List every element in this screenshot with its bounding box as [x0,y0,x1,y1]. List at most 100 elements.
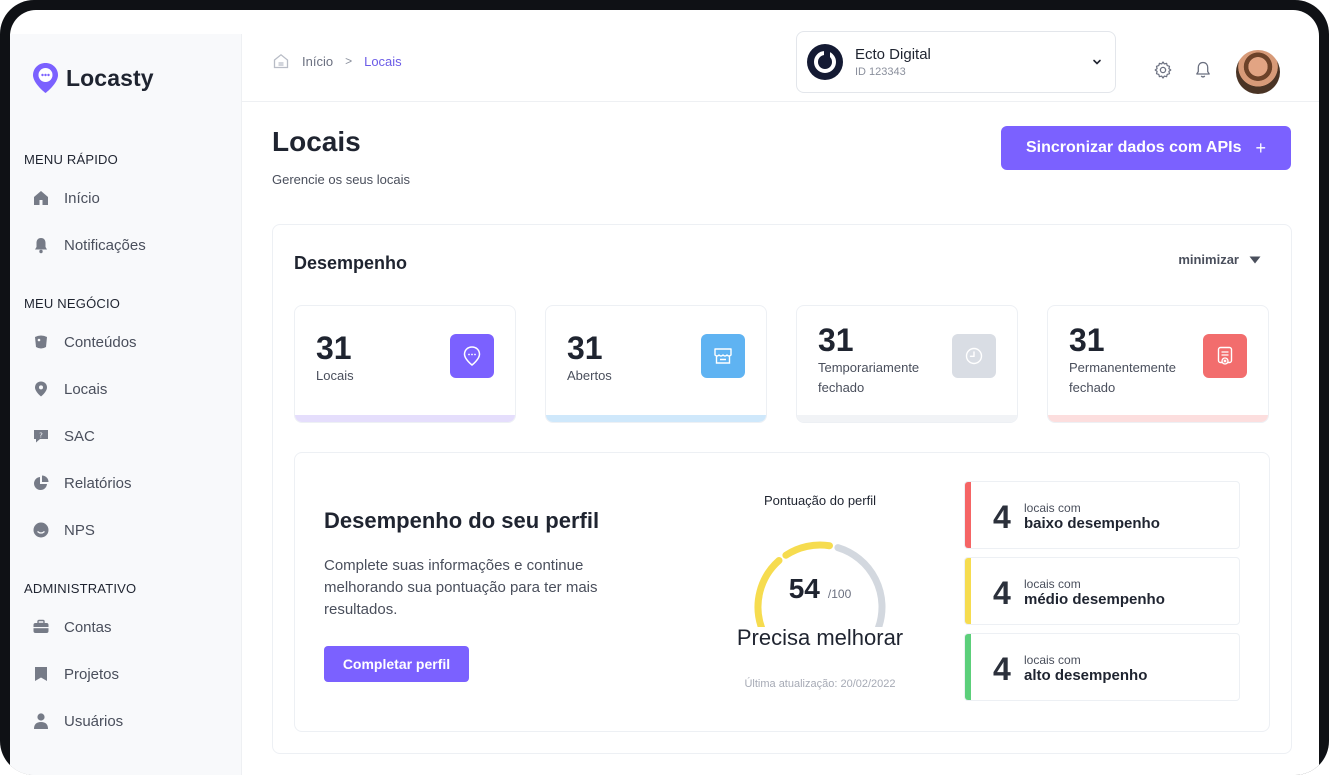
performance-card: Desempenho minimizar 31 Locais 31 Aberto… [272,224,1292,754]
level-card-mid[interactable]: 4 locais com médio desempenho [964,557,1240,625]
score-label: Pontuação do perfil [763,493,877,508]
sidebar: Locasty MENU RÁPIDO Início Notificações … [10,34,242,775]
level-name: baixo desempenho [1024,515,1160,532]
store-icon [714,348,732,364]
level-color-edge [965,558,971,624]
level-count: 4 [993,499,1011,535]
level-caption: locais com [1024,501,1081,515]
breadcrumb: Início > Locais [272,52,402,70]
stat-icon-box [952,334,996,378]
stat-value: 31 [316,330,352,366]
sidebar-item-label: NPS [64,521,95,539]
svg-text:?: ? [39,432,43,440]
user-icon [34,713,48,729]
sidebar-item-label: Locais [64,380,108,398]
app-screen: Locasty MENU RÁPIDO Início Notificações … [10,10,1319,775]
sidebar-item-label: Relatórios [64,474,132,492]
level-caption: locais com [1024,577,1081,591]
performance-title: Desempenho [294,253,408,273]
sidebar-item-label: Usuários [64,712,124,730]
app-name: Locasty [66,64,154,91]
page-title: Locais [272,126,361,157]
notification-bell-icon[interactable] [1193,60,1213,80]
gauge-segment-score [782,541,833,559]
score-max: /100 [827,587,852,601]
sidebar-item-relatorios[interactable]: Relatórios [32,471,132,495]
level-card-high[interactable]: 4 locais com alto desempenho [964,633,1240,701]
content-icon [35,335,47,349]
sidebar-item-projetos[interactable]: Projetos [32,662,119,686]
score-status: Precisa melhorar [736,625,904,650]
profile-title: Desempenho do seu perfil [324,508,600,533]
briefcase-icon [33,619,49,633]
stat-card-permanentemente-fechado[interactable]: 31 Permanentemente fechado [1047,305,1269,423]
stat-icon-box [701,334,745,378]
pie-chart-icon [34,475,49,490]
section-label-meu-negocio: MEU NEGÓCIO [24,296,121,311]
sidebar-item-label: SAC [64,427,95,445]
chevron-down-icon [1093,59,1101,65]
minimize-toggle[interactable]: minimizar [1178,252,1261,267]
level-caption: locais com [1024,653,1081,667]
folder-icon [35,667,47,681]
stat-label: Abertos [567,368,612,383]
stat-value: 31 [818,322,854,358]
user-avatar[interactable] [1236,50,1280,94]
home-outline-icon[interactable] [272,52,290,70]
level-color-edge [965,482,971,548]
stat-accent-bar [797,415,1017,422]
sidebar-item-usuarios[interactable]: Usuários [32,709,123,733]
app-logo[interactable]: Locasty [32,62,154,94]
level-name: alto desempenho [1024,667,1148,684]
level-color-edge [965,634,971,700]
section-label-menu-rapido: MENU RÁPIDO [24,152,118,167]
sidebar-item-nps[interactable]: NPS [32,518,95,542]
bell-icon [35,238,47,254]
clock-icon [965,347,983,365]
sync-apis-button[interactable]: Sincronizar dados com APIs + [1001,126,1291,170]
breadcrumb-home-link[interactable]: Início [302,54,333,69]
level-card-low[interactable]: 4 locais com baixo desempenho [964,481,1240,549]
sidebar-item-contas[interactable]: Contas [32,615,112,639]
level-count: 4 [993,575,1011,611]
sidebar-item-locais[interactable]: Locais [32,377,107,401]
support-chat-icon: ? [34,430,48,443]
device-frame: Locasty MENU RÁPIDO Início Notificações … [0,0,1329,775]
page-subtitle: Gerencie os seus locais [272,172,411,187]
account-name: Ecto Digital [855,46,931,63]
sidebar-item-label: Contas [64,618,112,636]
stat-accent-bar [295,415,515,422]
stat-card-temporariamente-fechado[interactable]: 31 Temporariamente fechado [796,305,1018,423]
stat-card-abertos[interactable]: 31 Abertos [545,305,767,423]
stat-label: Locais [316,368,354,383]
profile-score-gauge: Pontuação do perfil 54 /100 Precisa melh… [715,483,925,723]
breadcrumb-current[interactable]: Locais [364,54,402,69]
stat-card-locais[interactable]: 31 Locais [294,305,516,423]
sidebar-item-notificacoes[interactable]: Notificações [32,233,146,257]
sidebar-item-conteudos[interactable]: Conteúdos [32,330,137,354]
minimize-label: minimizar [1178,252,1239,267]
stat-label: Permanentemente fechado [1069,360,1176,395]
topbar: Início > Locais Ecto Digital ID 123343 [242,20,1319,102]
stat-value: 31 [567,330,603,366]
plus-icon: + [1255,137,1266,158]
location-pin-icon [35,381,47,397]
level-name: médio desempenho [1024,591,1165,608]
breadcrumb-separator: > [345,54,353,68]
ecto-digital-logo-icon [807,44,843,80]
sidebar-item-inicio[interactable]: Início [32,186,100,210]
account-id: ID 123343 [855,66,906,78]
location-chat-icon [463,346,481,366]
stat-icon-box [1203,334,1247,378]
gear-icon[interactable] [1153,60,1173,80]
stat-value: 31 [1069,322,1105,358]
sidebar-item-sac[interactable]: ? SAC [32,424,95,448]
sidebar-item-label: Conteúdos [64,333,137,351]
complete-profile-button[interactable]: Completar perfil [324,646,469,682]
score-value: 54 [788,573,820,604]
stat-accent-bar [546,415,766,422]
stat-icon-box [450,334,494,378]
caret-down-icon [1249,256,1261,263]
stat-accent-bar [1048,415,1268,422]
account-selector[interactable]: Ecto Digital ID 123343 [796,31,1116,93]
